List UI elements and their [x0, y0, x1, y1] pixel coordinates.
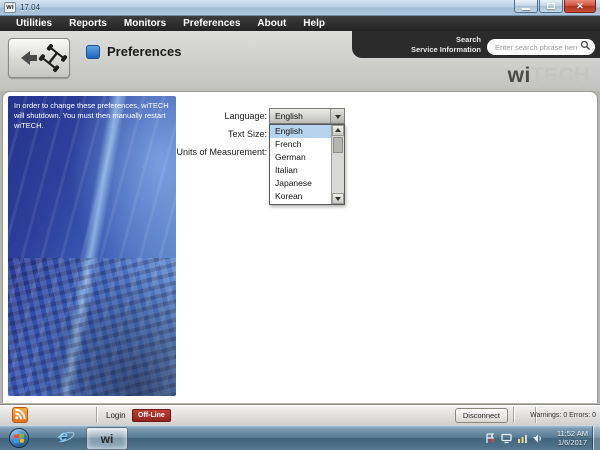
logo-wi: wi — [508, 64, 531, 87]
show-desktop-button[interactable] — [593, 426, 600, 450]
window-titlebar: wi 17.04 ✕ — [0, 0, 600, 16]
units-of-measurement-label: Units of Measurement: — [43, 144, 267, 162]
option-english[interactable]: English — [270, 125, 331, 138]
login-link[interactable]: Login — [106, 411, 126, 420]
menu-reports[interactable]: Reports — [69, 18, 107, 29]
clock-date: 1/6/2017 — [557, 438, 588, 447]
sidebar-keyboard-graphic — [8, 258, 176, 396]
language-dropdown-list: English French German Italian Japanese K… — [269, 124, 345, 205]
menu-utilities[interactable]: Utilities — [16, 18, 52, 29]
dropdown-scrollbar[interactable] — [331, 125, 344, 204]
search-label: Search Service Information — [411, 35, 481, 54]
scroll-up-icon — [335, 125, 341, 132]
feed-icon[interactable] — [12, 407, 28, 423]
app-icon: wi — [4, 2, 16, 13]
action-center-flag-icon[interactable] — [485, 433, 496, 444]
internet-explorer-button[interactable]: e — [56, 428, 76, 448]
language-select[interactable]: English — [269, 108, 345, 124]
disconnect-button[interactable]: Disconnect — [455, 408, 508, 423]
close-button[interactable]: ✕ — [564, 0, 596, 13]
minimize-icon — [522, 8, 530, 10]
network-status-icon[interactable] — [517, 433, 528, 444]
maximize-icon — [547, 3, 555, 9]
menu-preferences[interactable]: Preferences — [183, 18, 240, 29]
restart-notice-text: In order to change these preferences, wi… — [8, 96, 176, 135]
windows-taskbar: e wi 11:52 AM 1/6/2017 — [0, 425, 600, 450]
preferences-icon — [86, 45, 100, 59]
search-label-line1: Search — [411, 35, 481, 44]
language-selected-value: English — [270, 109, 330, 123]
scroll-down-icon — [335, 197, 341, 204]
menu-monitors[interactable]: Monitors — [124, 18, 166, 29]
volume-icon[interactable] — [532, 433, 543, 444]
preferences-content-panel: In order to change these preferences, wi… — [2, 91, 598, 403]
main-area: In order to change these preferences, wi… — [0, 91, 600, 404]
scroll-down-button[interactable] — [332, 193, 344, 204]
taskbar-clock[interactable]: 11:52 AM 1/6/2017 — [557, 429, 588, 448]
witech-application-window: wi 17.04 ✕ Utilities Reports Monitors Pr… — [0, 0, 600, 450]
close-icon: ✕ — [576, 2, 584, 11]
search-label-line2: Service Information — [411, 45, 481, 54]
start-button[interactable] — [9, 428, 29, 448]
menu-bar: Utilities Reports Monitors Preferences A… — [0, 16, 600, 31]
witech-taskbar-label: wi — [101, 432, 114, 446]
scroll-up-button[interactable] — [332, 125, 344, 136]
option-french[interactable]: French — [270, 138, 331, 151]
statusbar-divider — [96, 407, 97, 423]
witech-taskbar-button[interactable]: wi — [86, 427, 128, 450]
minimize-button[interactable] — [514, 0, 538, 13]
option-italian[interactable]: Italian — [270, 164, 331, 177]
clock-time: 11:52 AM — [557, 429, 588, 438]
rss-glyph — [14, 407, 27, 421]
option-korean[interactable]: Korean — [270, 190, 331, 203]
device-monitor-icon[interactable] — [501, 433, 512, 444]
search-panel: Search Service Information — [352, 31, 600, 58]
language-dropdown-button[interactable] — [330, 109, 344, 123]
maximize-button[interactable] — [539, 0, 563, 13]
search-box — [487, 37, 595, 53]
menu-help[interactable]: Help — [303, 18, 325, 29]
back-arrow-icon — [14, 51, 37, 65]
back-to-vehicle-button[interactable] — [8, 38, 70, 78]
windows-logo-icon — [14, 433, 24, 443]
logo-tech: TECH — [531, 64, 590, 87]
option-japanese[interactable]: Japanese — [270, 177, 331, 190]
witech-logo: wiTECH — [508, 64, 590, 88]
warnings-errors-count: Warnings: 0 Errors: 0 — [530, 412, 596, 419]
vehicle-chassis-icon — [36, 41, 70, 75]
statusbar-divider — [513, 407, 514, 423]
tray-expand-button[interactable] — [472, 435, 478, 450]
window-controls: ✕ — [513, 0, 596, 13]
search-icon[interactable] — [580, 40, 591, 51]
offline-status-badge: Off-Line — [132, 409, 171, 422]
language-options: English French German Italian Japanese K… — [270, 125, 331, 204]
chevron-up-icon — [472, 432, 478, 450]
window-title: 17.04 — [20, 3, 40, 12]
page-title-row: Preferences — [86, 44, 181, 59]
status-bar: Login Off-Line Disconnect Warnings: 0 Er… — [0, 404, 600, 425]
chevron-down-icon — [335, 115, 341, 122]
menu-about[interactable]: About — [257, 18, 286, 29]
scrollbar-thumb[interactable] — [333, 137, 343, 153]
search-input[interactable] — [487, 39, 595, 55]
page-title: Preferences — [107, 44, 181, 59]
option-german[interactable]: German — [270, 151, 331, 164]
page-header: Preferences Search Service Information w… — [0, 31, 600, 91]
